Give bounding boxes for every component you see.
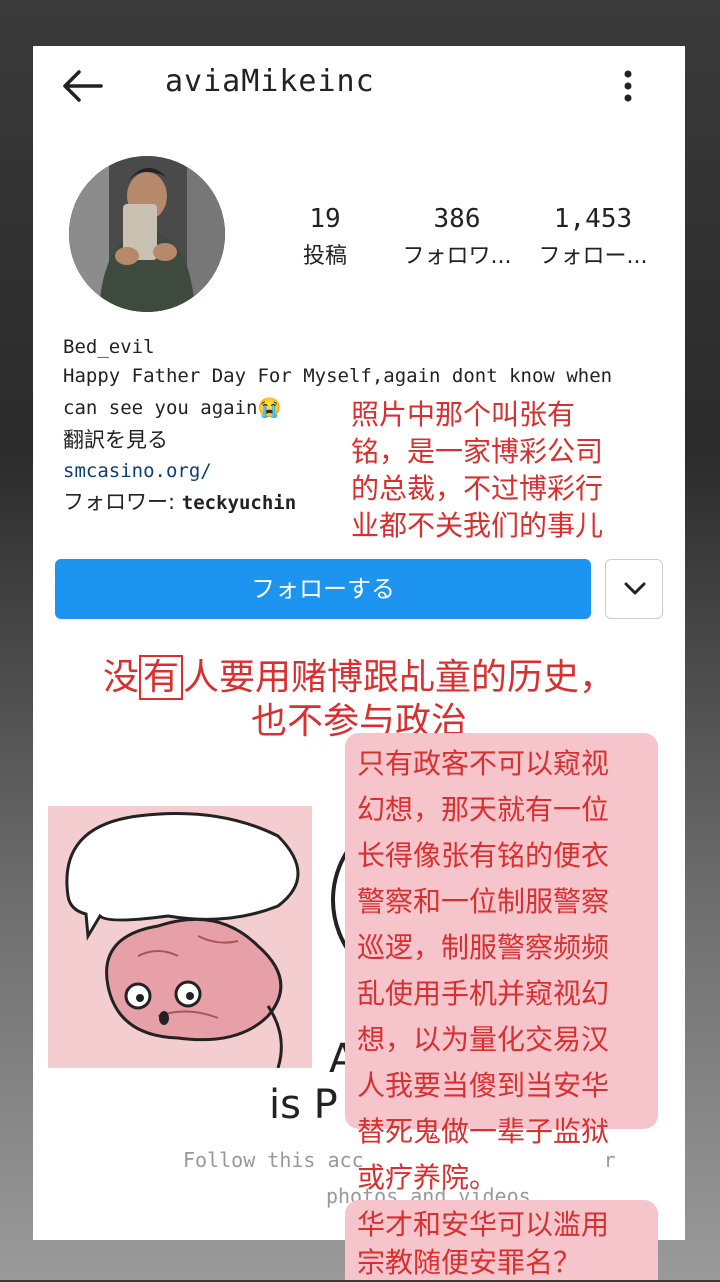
annotation-box-1-line: 人我要当傻到当安华 (357, 1069, 610, 1102)
followers-count-label: フォロワ... (402, 244, 512, 269)
posts-count-label: 投稿 (302, 244, 347, 269)
follow-button[interactable]: フォローする (55, 559, 591, 619)
top-bar: aviaMikeinc (33, 46, 685, 122)
followed-by-prefix: フォロワー: (63, 490, 182, 514)
annotation-box-1-line: 长得像张有铭的便衣 (357, 839, 610, 872)
annotation-box-1-line: 或疗养院。 (357, 1161, 498, 1194)
annotation-note-1-line: 铭，是一家博彩公司 (351, 435, 604, 468)
brain-meme-image (48, 806, 312, 1068)
headline-text: 没 (102, 657, 139, 698)
annotation-note-1-line: 照片中那个叫张有 (351, 398, 576, 431)
back-button[interactable] (59, 66, 107, 106)
bio-line-1: Happy Father Day For Myself,again dont k… (63, 365, 613, 387)
following-count-label: フォロー... (538, 244, 648, 269)
suggested-dropdown-button[interactable] (605, 559, 663, 619)
profile-display-name: Bed_evil (63, 336, 155, 358)
chevron-down-icon (624, 582, 646, 595)
avatar[interactable] (69, 156, 225, 312)
more-vertical-icon (624, 70, 632, 102)
posts-count: 19 投稿 (255, 204, 395, 270)
following-count-value: 1,453 (553, 204, 633, 234)
arrow-left-icon (63, 70, 103, 102)
profile-username: aviaMikeinc (165, 64, 375, 99)
followers-count-value: 386 (433, 204, 481, 234)
annotation-box-1-line: 幻想，那天就有一位 (357, 793, 610, 826)
annotation-box-2-line: 华才和安华可以滥用 (357, 1208, 610, 1241)
annotation-note-1: 照片中那个叫张有 铭，是一家博彩公司 的总裁，不过博彩行 业都不关我们的事儿 (351, 396, 603, 544)
posts-count-value: 19 (309, 204, 341, 234)
headline-boxed-char: 有 (138, 655, 183, 700)
annotation-box-1-line: 巡逻，制服警察频频 (357, 931, 610, 964)
private-title-line-2: is P (269, 1082, 338, 1128)
annotation-headline: 没有人要用赌博跟乩童的历史， 也不参与政治 (33, 655, 685, 744)
annotation-box-1-line: 想，以为量化交易汉 (357, 1023, 610, 1056)
annotation-box-1: 只有政客不可以窥视 幻想，那天就有一位 长得像张有铭的便衣 警察和一位制服警察 … (345, 733, 658, 1194)
annotation-box-1-line: 只有政客不可以窥视 (357, 747, 610, 780)
followed-by-user[interactable]: teckyuchin (182, 492, 296, 514)
private-subtitle-text: Follow this acc (183, 1148, 364, 1172)
headline-line-1: 没有人要用赌博跟乩童的历史， (33, 655, 685, 700)
annotation-box-1-line: 乱使用手机并窥视幻 (357, 977, 610, 1010)
annotation-note-1-line: 的总裁，不过博彩行 (351, 472, 604, 505)
headline-text: 人要用赌博跟乩童的历史， (183, 657, 616, 698)
annotation-box-2: 华才和安华可以滥用 宗教随便安罪名？ (345, 1200, 658, 1280)
followers-count[interactable]: 386 フォロワ... (387, 204, 527, 270)
annotation-box-1-line: 替死鬼做一辈子监狱 (357, 1115, 610, 1148)
annotation-note-1-line: 业都不关我们的事儿 (351, 509, 604, 542)
following-count[interactable]: 1,453 フォロー... (523, 204, 663, 270)
more-options-button[interactable] (613, 68, 643, 108)
annotation-box-1-line: 警察和一位制服警察 (357, 885, 610, 918)
annotation-box-2-line: 宗教随便安罪名？ (357, 1246, 582, 1279)
